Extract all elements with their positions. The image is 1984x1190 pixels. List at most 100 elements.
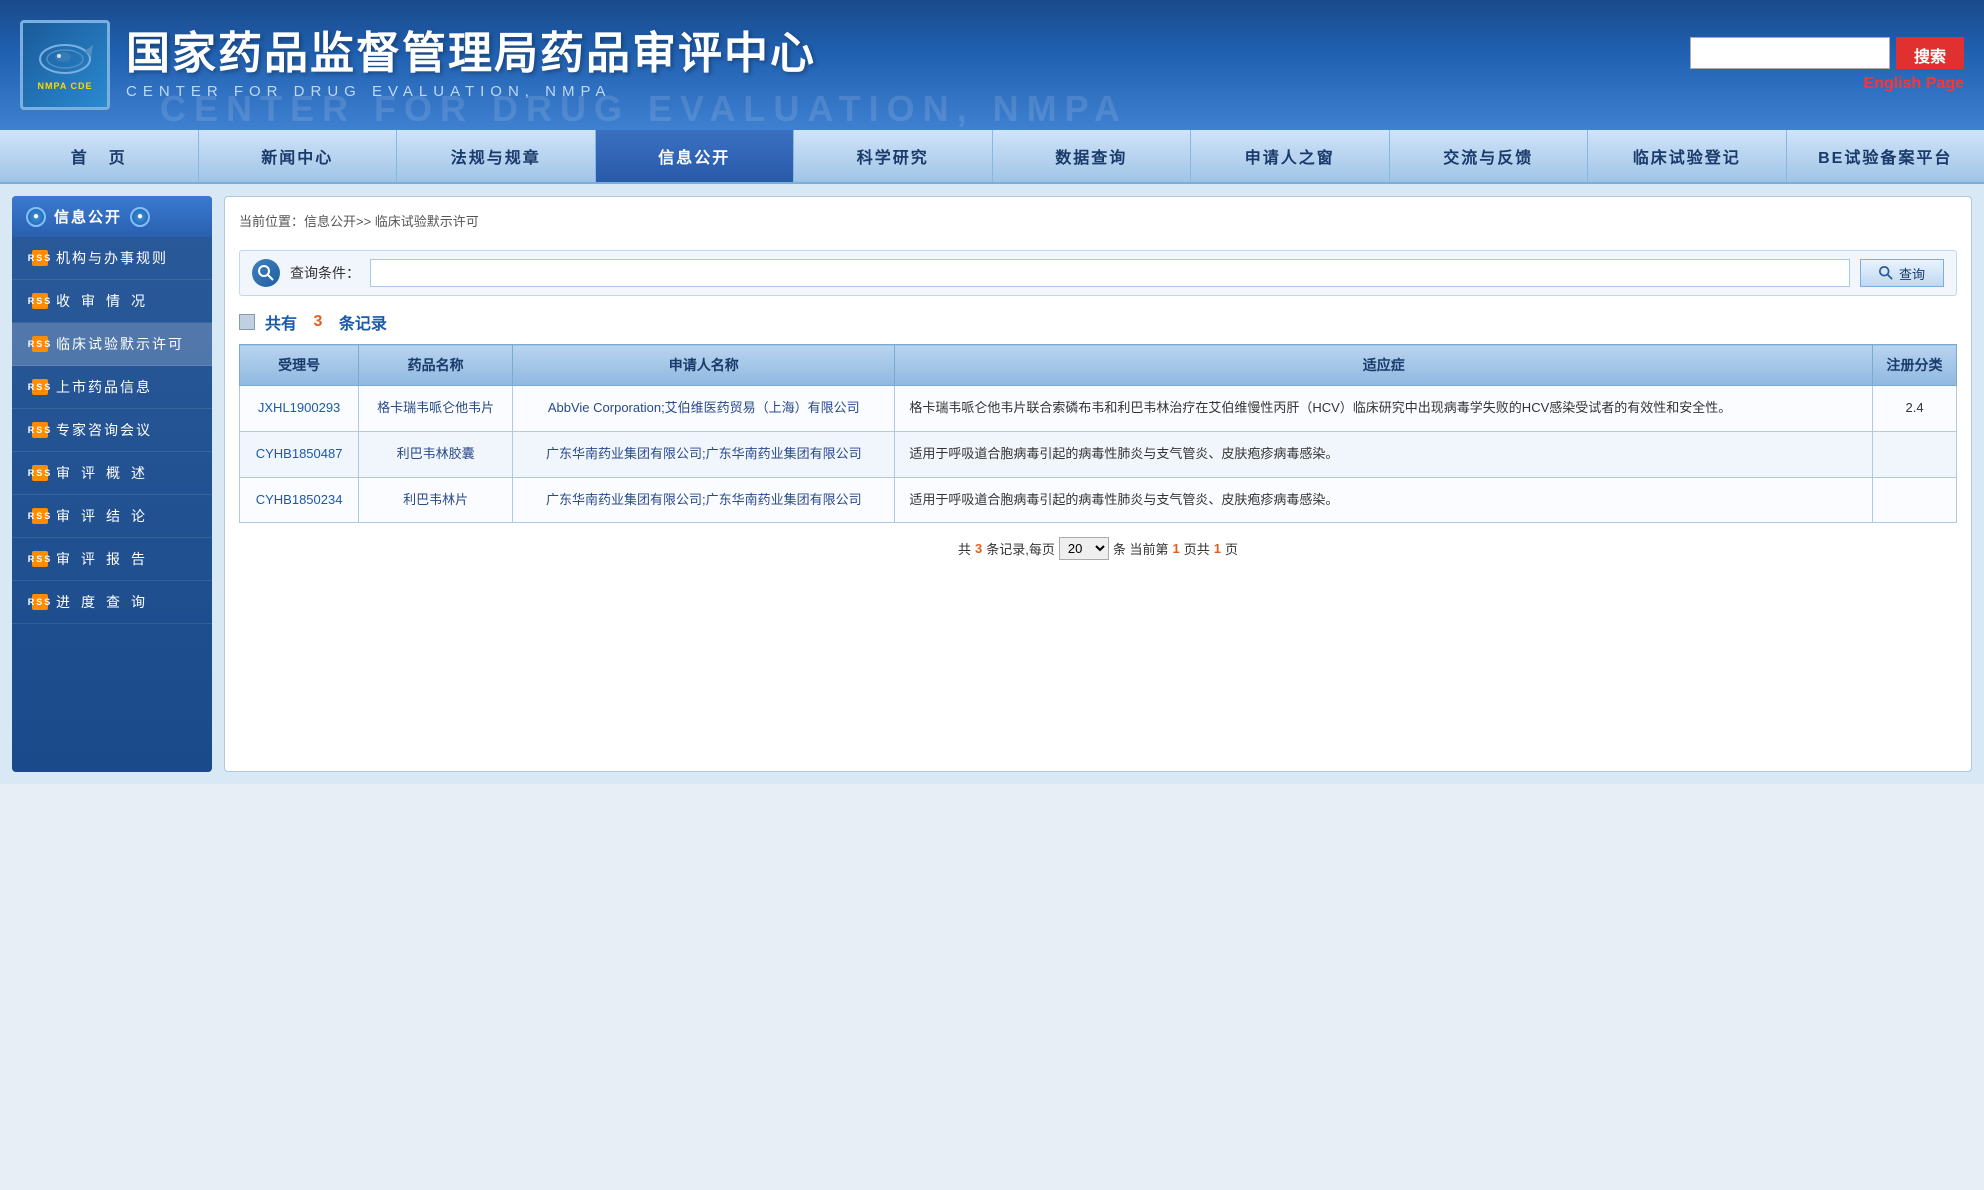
search-icon	[1879, 266, 1893, 280]
nav-item-clinical[interactable]: 临床试验登记	[1588, 130, 1787, 182]
sidebar-item-label: 审 评 结 论	[56, 506, 147, 526]
sidebar-item-drug-info[interactable]: RSS 上市药品信息	[12, 366, 212, 409]
sidebar-header-icon-right: ●	[130, 207, 150, 227]
pagination-per-page-select[interactable]: 20 50 100	[1059, 537, 1109, 560]
col-header-indication: 适应症	[895, 345, 1873, 386]
data-table: 受理号 药品名称 申请人名称 适应症 注册分类 JXHL1900293格卡瑞韦哌…	[239, 344, 1957, 523]
header-search-button[interactable]: 搜索	[1896, 37, 1964, 69]
sidebar-item-label: 进 度 查 询	[56, 592, 147, 612]
sidebar-item-clinical-permit[interactable]: RSS 临床试验默示许可	[12, 323, 212, 366]
cell-indication: 格卡瑞韦哌仑他韦片联合索磷布韦和利巴韦林治疗在艾伯维慢性丙肝（HCV）临床研究中…	[895, 386, 1873, 432]
title-area: 国家药品监督管理局药品审评中心 CENTER FOR DRUG EVALUATI…	[126, 30, 816, 99]
header-right: 搜索 English Page	[1690, 37, 1964, 93]
cell-indication: 适用于呼吸道合胞病毒引起的病毒性肺炎与支气管炎、皮肤疱疹病毒感染。	[895, 477, 1873, 523]
sidebar: ● 信息公开 ● RSS 机构与办事规则 RSS 收 审 情 况 RSS 临床试…	[12, 196, 212, 772]
pagination-end-label: 页	[1225, 539, 1238, 558]
sidebar-item-label: 审 评 报 告	[56, 549, 147, 569]
table-row: CYHB1850487利巴韦林胶囊广东华南药业集团有限公司;广东华南药业集团有限…	[240, 431, 1957, 477]
search-row-icon	[252, 259, 280, 287]
title-en: CENTER FOR DRUG EVALUATION, NMPA	[126, 83, 816, 100]
sidebar-item-eval-report[interactable]: RSS 审 评 报 告	[12, 538, 212, 581]
nav-bar: 首 页 新闻中心 法规与规章 信息公开 科学研究 数据查询 申请人之窗 交流与反…	[0, 130, 1984, 184]
pagination-total-label: 共	[958, 539, 971, 558]
nav-item-data[interactable]: 数据查询	[993, 130, 1192, 182]
pagination-current-label: 条 当前第	[1113, 539, 1169, 558]
sidebar-header-icon: ●	[26, 207, 46, 227]
sidebar-header: ● 信息公开 ●	[12, 196, 212, 237]
header-search-input[interactable]	[1690, 37, 1890, 69]
table-row: JXHL1900293格卡瑞韦哌仑他韦片AbbVie Corporation;艾…	[240, 386, 1957, 432]
rss-icon: RSS	[32, 508, 48, 524]
header: CENTER FOR DRUG EVALUATION, NMPA NMPA CD…	[0, 0, 1984, 130]
col-header-applicant: 申请人名称	[513, 345, 895, 386]
main-layout: ● 信息公开 ● RSS 机构与办事规则 RSS 收 审 情 况 RSS 临床试…	[0, 184, 1984, 784]
rss-icon: RSS	[32, 293, 48, 309]
record-icon	[239, 314, 255, 330]
sidebar-item-rules[interactable]: RSS 机构与办事规则	[12, 237, 212, 280]
sidebar-header-text: 信息公开	[54, 206, 122, 227]
cell-id[interactable]: CYHB1850487	[240, 431, 359, 477]
logo-text: NMPA CDE	[38, 81, 93, 91]
col-header-regclass: 注册分类	[1873, 345, 1957, 386]
breadcrumb: 当前位置：信息公开>> 临床试验默示许可	[239, 211, 1957, 238]
rss-icon: RSS	[32, 336, 48, 352]
col-header-drug: 药品名称	[359, 345, 513, 386]
pagination-total-pages-label: 页共	[1184, 539, 1210, 558]
search-row: 查询条件： 查询	[239, 250, 1957, 296]
rss-icon: RSS	[32, 250, 48, 266]
nav-item-feedback[interactable]: 交流与反馈	[1390, 130, 1589, 182]
cell-indication: 适用于呼吸道合胞病毒引起的病毒性肺炎与支气管炎、皮肤疱疹病毒感染。	[895, 431, 1873, 477]
sidebar-item-label: 收 审 情 况	[56, 291, 147, 311]
sidebar-item-eval-overview[interactable]: RSS 审 评 概 述	[12, 452, 212, 495]
rss-icon: RSS	[32, 551, 48, 567]
cell-drug: 利巴韦林胶囊	[359, 431, 513, 477]
sidebar-item-label: 临床试验默示许可	[56, 334, 184, 354]
cell-id[interactable]: CYHB1850234	[240, 477, 359, 523]
rss-icon: RSS	[32, 422, 48, 438]
logo-box: NMPA CDE	[20, 20, 110, 110]
cell-id[interactable]: JXHL1900293	[240, 386, 359, 432]
nav-item-applicant[interactable]: 申请人之窗	[1191, 130, 1390, 182]
nav-item-regulations[interactable]: 法规与规章	[397, 130, 596, 182]
sidebar-item-eval-conclusion[interactable]: RSS 审 评 结 论	[12, 495, 212, 538]
nav-item-science[interactable]: 科学研究	[794, 130, 993, 182]
cell-drug: 利巴韦林片	[359, 477, 513, 523]
sidebar-item-expert[interactable]: RSS 专家咨询会议	[12, 409, 212, 452]
cell-regclass	[1873, 431, 1957, 477]
sidebar-item-review[interactable]: RSS 收 审 情 况	[12, 280, 212, 323]
content-area: 当前位置：信息公开>> 临床试验默示许可 查询条件： 查询 共有 3 条记录 受…	[224, 196, 1972, 772]
pagination-total-pages: 1	[1214, 541, 1221, 556]
pagination-per-page-label: 条记录,每页	[986, 539, 1055, 558]
pagination-total: 3	[975, 541, 982, 556]
sidebar-item-label: 审 评 概 述	[56, 463, 147, 483]
logo-area: NMPA CDE 国家药品监督管理局药品审评中心 CENTER FOR DRUG…	[20, 20, 816, 110]
record-count: 共有 3 条记录	[239, 310, 1957, 334]
table-row: CYHB1850234利巴韦林片广东华南药业集团有限公司;广东华南药业集团有限公…	[240, 477, 1957, 523]
title-cn: 国家药品监督管理局药品审评中心	[126, 30, 816, 78]
sidebar-item-progress[interactable]: RSS 进 度 查 询	[12, 581, 212, 624]
col-header-id: 受理号	[240, 345, 359, 386]
cell-regclass: 2.4	[1873, 386, 1957, 432]
nav-item-be[interactable]: BE试验备案平台	[1787, 130, 1984, 182]
nav-item-home[interactable]: 首 页	[0, 130, 199, 182]
english-page-link[interactable]: English Page	[1864, 75, 1964, 93]
rss-icon: RSS	[32, 379, 48, 395]
search-row-label: 查询条件：	[290, 263, 360, 283]
rss-icon: RSS	[32, 594, 48, 610]
cell-applicant: 广东华南药业集团有限公司;广东华南药业集团有限公司	[513, 431, 895, 477]
nav-item-news[interactable]: 新闻中心	[199, 130, 398, 182]
rss-icon: RSS	[32, 465, 48, 481]
cell-applicant: 广东华南药业集团有限公司;广东华南药业集团有限公司	[513, 477, 895, 523]
logo-icon	[35, 39, 95, 79]
sidebar-item-label: 专家咨询会议	[56, 420, 152, 440]
search-bar: 搜索	[1690, 37, 1964, 69]
pagination: 共 3 条记录,每页 20 50 100 条 当前第 1 页共 1 页	[239, 537, 1957, 560]
content-search-input[interactable]	[370, 259, 1850, 287]
cell-applicant: AbbVie Corporation;艾伯维医药贸易（上海）有限公司	[513, 386, 895, 432]
sidebar-item-label: 上市药品信息	[56, 377, 152, 397]
nav-item-info[interactable]: 信息公开	[596, 130, 795, 182]
cell-drug: 格卡瑞韦哌仑他韦片	[359, 386, 513, 432]
content-search-button[interactable]: 查询	[1860, 259, 1944, 287]
sidebar-item-label: 机构与办事规则	[56, 248, 168, 268]
pagination-current-page: 1	[1173, 541, 1180, 556]
